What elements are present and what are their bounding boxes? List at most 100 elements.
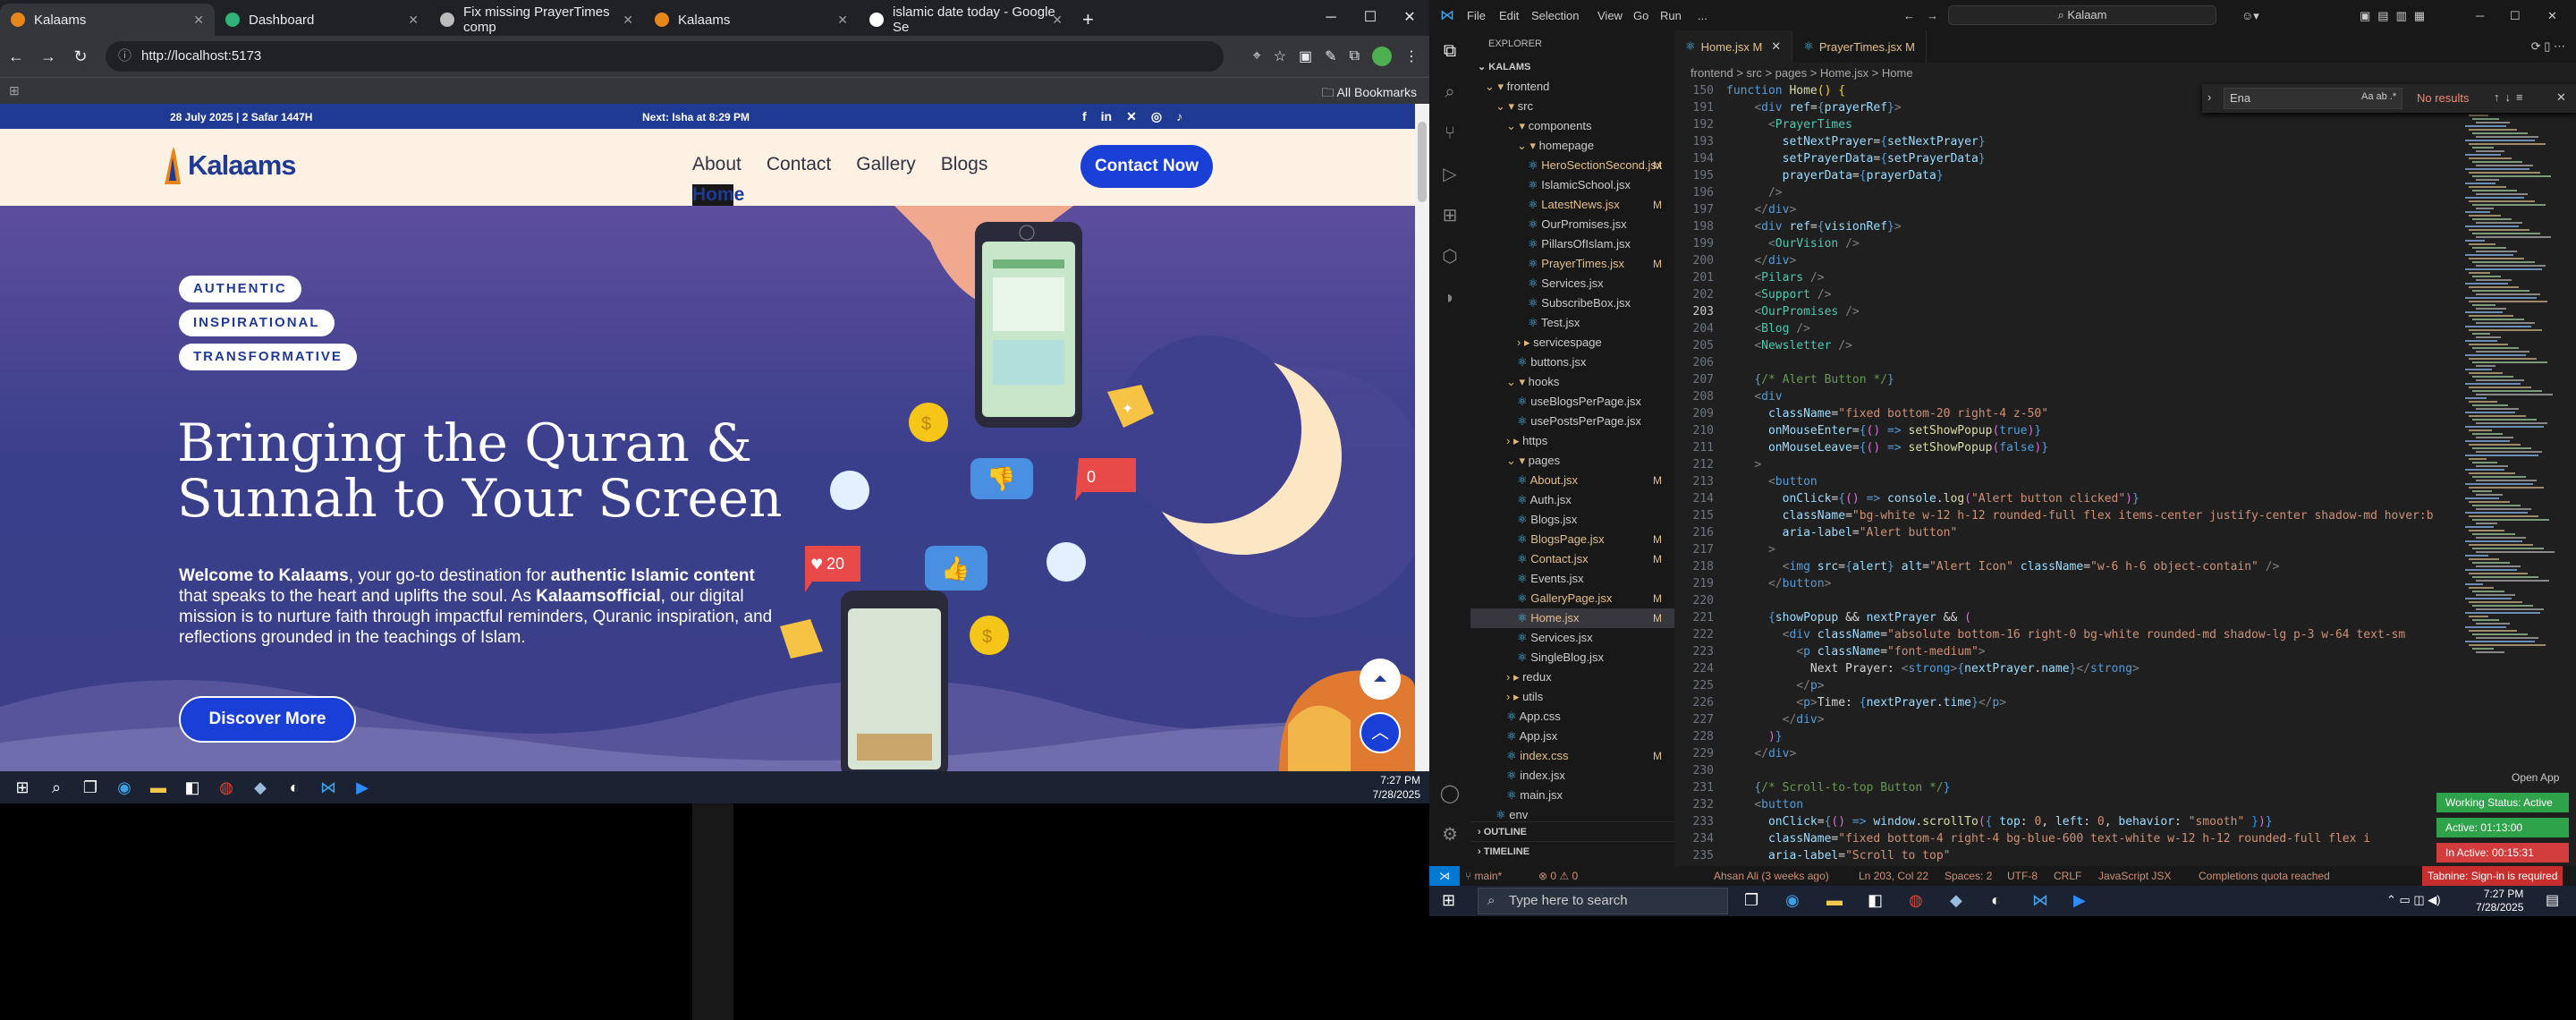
tabnine-status[interactable]: Tabnine: Sign-in is required [2422,866,2563,886]
tree-file[interactable]: ⚛ Blogs.jsx [1470,510,1674,530]
puzzle-icon[interactable]: ⧉ [1350,48,1360,64]
reload-icon[interactable]: ↻ [64,47,97,66]
file-explorer-icon[interactable]: ▬ [141,774,175,801]
profile-avatar[interactable] [1372,47,1392,66]
editor-actions[interactable]: ⟳ ▯ ⋯ [2520,30,2576,63]
git-blame[interactable]: Ahsan Ali (3 weeks ago) [1714,866,1829,886]
app-icon[interactable]: ◆ [1950,891,1962,910]
tree-file[interactable]: ⚛ Contact.jsx M [1470,549,1674,569]
tree-file[interactable]: ⚛ PrayerTimes.jsx M [1470,254,1674,274]
file-explorer-icon[interactable]: ▬ [1826,891,1843,910]
code-line[interactable]: 203 <OurPromises /> [1674,303,2453,320]
task-view-icon[interactable]: ❐ [73,774,107,801]
window-minimize-icon[interactable]: ─ [2476,9,2484,22]
tree-file[interactable]: ⚛ About.jsx M [1470,471,1674,490]
search-icon[interactable]: ⌕ [39,774,73,801]
tree-folder[interactable]: › ▸ servicespage [1470,333,1674,353]
close-tab-icon[interactable]: ✕ [193,13,204,28]
store-icon[interactable]: ◧ [175,774,209,801]
tree-file[interactable]: ⚛ Home.jsx M [1470,608,1674,628]
code-line[interactable]: 205 <Newsletter /> [1674,337,2453,354]
zoom-icon[interactable]: ▶ [345,774,379,801]
indentation[interactable]: Spaces: 2 [1945,866,1992,886]
tree-file[interactable]: ⚛ usePostsPerPage.jsx [1470,412,1674,431]
scroll-top-button[interactable]: ︿ [1360,712,1401,753]
code-line[interactable]: 192 <PrayerTimes [1674,116,2453,133]
tree-file[interactable]: ⚛ IslamicSchool.jsx [1470,175,1674,195]
code-line[interactable]: 220 [1674,592,2453,609]
window-maximize-icon[interactable]: ☐ [2510,9,2521,23]
tree-folder[interactable]: ⌄ ▾ components [1470,116,1674,136]
menu-kebab-icon[interactable]: ⋮ [1404,47,1419,65]
menu-go[interactable]: Go [1633,9,1648,22]
code-line[interactable]: 193 setNextPrayer={setNextPrayer} [1674,133,2453,150]
code-line[interactable]: 230 [1674,762,2453,779]
windows-start-icon[interactable]: ⊞ [5,774,39,801]
zoom-icon[interactable]: ▶ [2073,891,2086,910]
code-line[interactable]: 233 onClick={() => window.scrollTo({ top… [1674,813,2453,830]
eol[interactable]: CRLF [2054,866,2081,886]
store-icon[interactable]: ◧ [1868,891,1883,910]
code-line[interactable]: 209 className="fixed bottom-20 right-4 z… [1674,405,2453,422]
problems-count[interactable]: ⊗ 0 ⚠ 0 [1538,866,1578,886]
settings-gear-icon[interactable]: ⚙ [1429,814,1470,855]
code-line[interactable]: 198 <div ref={visionRef}> [1674,218,2453,235]
find-options-icons[interactable]: Aa ab .* [2361,91,2396,102]
outline-section[interactable]: › OUTLINE [1470,821,1674,841]
completions-quota[interactable]: Completions quota reached [2199,866,2330,886]
tree-file[interactable]: ⚛ BlogsPage.jsx M [1470,530,1674,549]
tree-file[interactable]: ⚛ buttons.jsx [1470,353,1674,372]
language-mode[interactable]: JavaScript JSX [2098,866,2171,886]
x-icon[interactable]: ✕ [1126,109,1137,124]
code-line[interactable]: 221 {showPopup && nextPrayer && ( [1674,609,2453,626]
github-icon[interactable]: ◐ [1991,891,2001,910]
site-info-icon[interactable]: ⓘ [118,41,131,72]
apps-grid-icon[interactable]: ⊞ [9,83,20,98]
code-line[interactable]: 228 )} [1674,728,2453,745]
code-line[interactable]: 196 /> [1674,184,2453,201]
code-line[interactable]: 202 <Support /> [1674,286,2453,303]
tree-file[interactable]: ⚛ App.jsx [1470,727,1674,746]
tiktok-icon[interactable]: ♪ [1176,109,1182,124]
nav-about[interactable]: About [692,154,741,175]
encoding[interactable]: UTF-8 [2007,866,2038,886]
tree-file[interactable]: ⚛ main.jsx [1470,786,1674,805]
code-line[interactable]: 226 <p>Time: {nextPrayer.time}</p> [1674,694,2453,711]
page-scrollbar[interactable] [1415,104,1429,771]
tree-file[interactable]: ⚛ LatestNews.jsx M [1470,195,1674,215]
tree-folder[interactable]: ⌄ ▾ src [1470,97,1674,116]
nav-blogs[interactable]: Blogs [941,154,988,175]
code-line[interactable]: 195 prayerData={prayerData} [1674,167,2453,184]
code-line[interactable]: 215 className="bg-white w-12 h-12 rounde… [1674,507,2453,524]
code-line[interactable]: 235 aria-label="Scroll to top" [1674,847,2453,864]
code-line[interactable]: 224 Next Prayer: <strong>{nextPrayer.nam… [1674,660,2453,677]
tabnine-icon[interactable]: ◗ [1429,277,1470,319]
extensions-icon[interactable]: ⊞ [1429,195,1470,236]
close-find-icon[interactable]: ✕ [2556,90,2566,105]
breadcrumb[interactable]: frontend > src > pages > Home.jsx > Home [1674,63,2576,84]
tree-file[interactable]: ⚛ SingleBlog.jsx [1470,648,1674,667]
code-line[interactable]: 199 <OurVision /> [1674,235,2453,252]
tree-folder[interactable]: ⌄ ▾ frontend [1470,77,1674,97]
nav-contact[interactable]: Contact [767,154,831,175]
code-line[interactable]: 197 </div> [1674,201,2453,218]
tree-file[interactable]: ⚛ PillarsOfIslam.jsx [1470,234,1674,254]
remote-indicator[interactable]: ⋊ [1429,866,1460,886]
forward-icon[interactable]: → [1927,9,1938,22]
code-line[interactable]: 211 onMouseLeave={() => setShowPopup(fal… [1674,439,2453,456]
back-icon[interactable]: ← [1903,9,1915,22]
code-line[interactable]: 222 <div className="absolute bottom-16 r… [1674,626,2453,643]
code-line[interactable]: 232 <button [1674,796,2453,813]
nav-gallery[interactable]: Gallery [856,154,916,175]
code-line[interactable]: 216 aria-label="Alert button" [1674,524,2453,541]
tree-file[interactable]: ⚛ Services.jsx [1470,628,1674,648]
tree-file[interactable]: ⚛ Events.jsx [1470,569,1674,589]
instagram-icon[interactable]: ◎ [1151,109,1162,124]
tree-folder[interactable]: › ▸ https [1470,431,1674,451]
discover-more-button[interactable]: Discover More [179,696,356,743]
code-line[interactable]: 213 <button [1674,473,2453,490]
code-line[interactable]: 207 {/* Alert Button */} [1674,371,2453,388]
editor-tab-home[interactable]: ⚛ Home.jsx M ✕ [1674,30,1793,63]
vscode-icon[interactable]: ⋈ [2032,891,2048,910]
tree-file[interactable]: ⚛ SubscribeBox.jsx [1470,293,1674,313]
